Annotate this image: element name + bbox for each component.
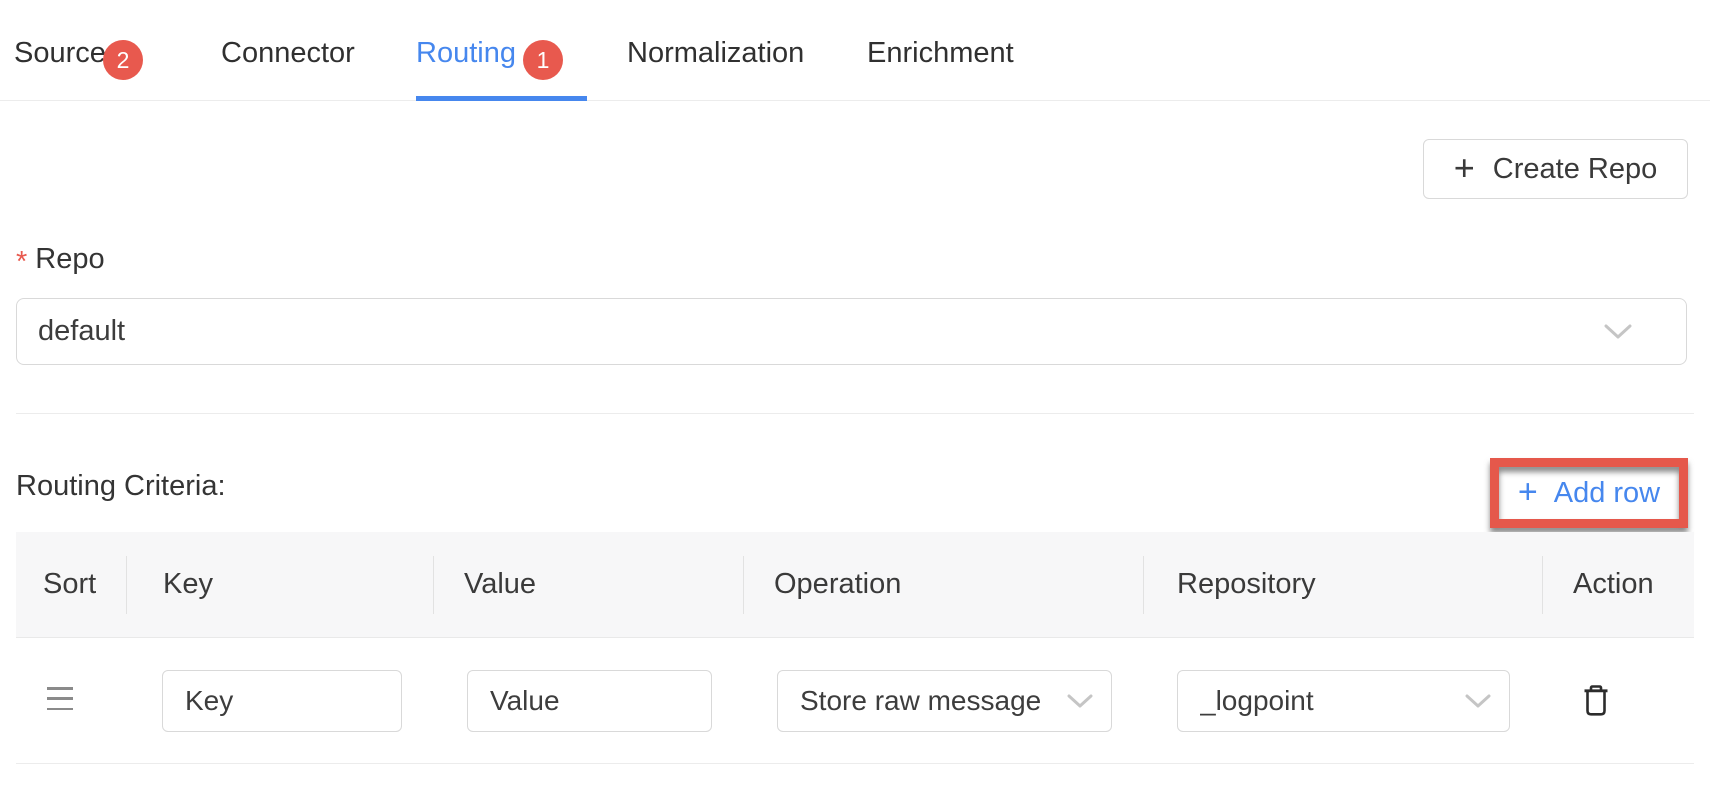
row-bottom-divider bbox=[16, 763, 1694, 764]
tab-source[interactable]: Source bbox=[14, 34, 106, 72]
tab-bar: Source 2 Connector Routing 1 Normalizati… bbox=[0, 0, 1710, 101]
routing-table-header: Sort Key Value Operation Repository Acti… bbox=[16, 532, 1694, 638]
add-row-label: Add row bbox=[1554, 477, 1660, 510]
column-separator bbox=[126, 556, 127, 614]
repo-select-value: default bbox=[38, 315, 1604, 348]
value-input[interactable] bbox=[467, 670, 712, 732]
drag-handle-icon[interactable] bbox=[47, 687, 73, 710]
column-header-value: Value bbox=[464, 568, 536, 601]
repository-select[interactable]: _logpoint bbox=[1177, 670, 1510, 732]
column-separator bbox=[433, 556, 434, 614]
key-input[interactable] bbox=[162, 670, 402, 732]
column-separator bbox=[743, 556, 744, 614]
repo-select[interactable]: default bbox=[16, 298, 1687, 365]
tab-enrichment-label: Enrichment bbox=[867, 37, 1014, 70]
column-header-sort: Sort bbox=[43, 568, 96, 601]
tab-connector-label: Connector bbox=[221, 37, 355, 70]
tab-normalization-label: Normalization bbox=[627, 37, 804, 70]
table-row: Store raw message _logpoint bbox=[16, 638, 1694, 763]
trash-icon bbox=[1581, 684, 1611, 718]
source-badge-count: 2 bbox=[117, 47, 130, 74]
create-repo-button[interactable]: + Create Repo bbox=[1423, 139, 1688, 199]
create-repo-label: Create Repo bbox=[1493, 153, 1657, 186]
routing-criteria-heading: Routing Criteria: bbox=[16, 470, 226, 503]
column-separator bbox=[1542, 556, 1543, 614]
plus-icon: + bbox=[1518, 475, 1538, 509]
column-header-action: Action bbox=[1573, 568, 1654, 601]
tab-source-label: Source bbox=[14, 37, 106, 70]
repo-field-label: * Repo bbox=[16, 242, 105, 276]
column-separator bbox=[1143, 556, 1144, 614]
tabbar-divider bbox=[0, 100, 1710, 101]
tab-connector[interactable]: Connector bbox=[221, 34, 355, 72]
repository-select-value: _logpoint bbox=[1200, 685, 1465, 717]
chevron-down-icon bbox=[1604, 324, 1632, 340]
routing-badge-count: 1 bbox=[537, 47, 550, 74]
column-header-operation: Operation bbox=[774, 568, 901, 601]
source-badge: 2 bbox=[103, 40, 143, 80]
tab-routing-label: Routing bbox=[416, 37, 516, 70]
column-header-key: Key bbox=[163, 568, 213, 601]
tab-enrichment[interactable]: Enrichment bbox=[867, 34, 1014, 72]
plus-icon: + bbox=[1454, 150, 1475, 186]
operation-select-value: Store raw message bbox=[800, 685, 1067, 717]
operation-select[interactable]: Store raw message bbox=[777, 670, 1112, 732]
tab-routing[interactable]: Routing bbox=[416, 34, 516, 72]
chevron-down-icon bbox=[1465, 694, 1491, 709]
active-tab-underline bbox=[416, 96, 587, 101]
delete-row-button[interactable] bbox=[1574, 679, 1618, 723]
column-header-repository: Repository bbox=[1177, 568, 1316, 601]
add-row-button[interactable]: + Add row bbox=[1494, 462, 1684, 524]
section-divider bbox=[16, 413, 1694, 414]
required-asterisk: * bbox=[16, 246, 27, 279]
repo-label-text: Repo bbox=[35, 243, 104, 276]
chevron-down-icon bbox=[1067, 694, 1093, 709]
routing-badge: 1 bbox=[523, 40, 563, 80]
tab-normalization[interactable]: Normalization bbox=[627, 34, 804, 72]
